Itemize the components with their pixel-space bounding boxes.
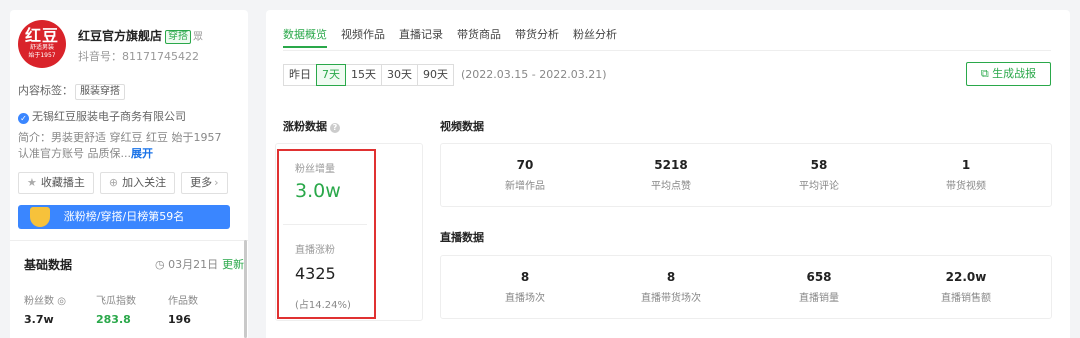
scrollbar[interactable] [244, 240, 247, 338]
logo-subtext: 舒适男装 [29, 44, 54, 51]
live-fans-share: (占14.24%) [295, 300, 351, 311]
clock-icon: ◷ [155, 258, 165, 271]
video-metrics: 70 新增作品 5218 平均点赞 58 平均评论 1 带货视频 [440, 143, 1052, 207]
verified-check-icon: ✓ [18, 113, 29, 124]
intro-body: 简介：男装更舒适 穿红豆 红豆 始于1957 认准官方账号 品质保... [18, 131, 222, 160]
metric-avg-likes: 5218 平均点赞 [651, 158, 691, 192]
category-badge: 穿搭 [165, 30, 192, 44]
content-tag-label: 内容标签： [18, 84, 73, 97]
live-fans-label: 直播涨粉 [295, 245, 335, 256]
stat-index: 飞瓜指数 283.8 [96, 292, 146, 326]
help-icon[interactable]: ? [330, 123, 340, 133]
tab-fans-analysis[interactable]: 粉丝分析 [573, 26, 617, 48]
metric-avg-comments: 58 平均评论 [799, 158, 839, 192]
tab-bar: 数据概览 视频作品 直播记录 带货商品 带货分析 粉丝分析 [283, 26, 617, 48]
fans-divider [283, 224, 367, 225]
help-icon[interactable]: ◎ [57, 296, 66, 307]
plus-circle-icon: ⊕ [108, 176, 119, 189]
favorite-label: 收藏播主 [40, 176, 85, 189]
fans-growth-value: 3.0w [295, 180, 341, 202]
expand-link[interactable]: 展开 [131, 147, 153, 160]
intro-text: 简介：男装更舒适 穿红豆 红豆 始于1957 认准官方账号 品质保...展开 [18, 130, 232, 162]
star-icon: ★ [27, 176, 37, 189]
live-fans-value: 4325 [295, 264, 336, 283]
stat-works: 作品数 196 [168, 292, 218, 326]
trophy-icon [30, 207, 50, 227]
range-yesterday[interactable]: 昨日 [283, 64, 317, 86]
follow-button[interactable]: ⊕ 加入关注 [99, 172, 176, 194]
metric-live-sessions: 8 直播场次 [505, 270, 545, 304]
rank-banner[interactable]: 涨粉榜/穿搭/日榜第59名 [18, 205, 230, 229]
metric-live-revenue: 22.0w 直播销售额 [941, 270, 991, 304]
date-range-selector: 昨日 7天 15天 30天 90天 [283, 64, 454, 86]
logo-subtext-2: 始于1957 [28, 52, 56, 59]
more-button[interactable]: 更多 › [181, 172, 228, 194]
live-section-title: 直播数据 [440, 231, 484, 244]
fans-section-title: 涨粉数据? [283, 118, 340, 134]
action-buttons: ★ 收藏播主 ⊕ 加入关注 更多 › [18, 172, 228, 194]
update-info: ◷ 03月21日 更新 [155, 256, 244, 272]
range-15d[interactable]: 15天 [345, 64, 382, 86]
share-icon: ⧉ [980, 67, 989, 80]
douyin-id: 抖音号：81171745422 [78, 50, 199, 63]
company-name: 无锡红豆服装电子商务有限公司 [32, 110, 186, 123]
company-row: ✓ 无锡红豆服装电子商务有限公司 [18, 108, 186, 124]
verified-mark: 眾 [193, 32, 203, 43]
content-tag-row: 内容标签： 服装穿搭 [18, 82, 125, 100]
tab-overview[interactable]: 数据概览 [283, 26, 327, 48]
metric-sales-videos: 1 带货视频 [946, 158, 986, 192]
divider [10, 240, 248, 241]
follow-label: 加入关注 [122, 176, 167, 189]
brand-logo: 红豆 舒适男装 始于1957 [18, 20, 66, 68]
date-range-text: (2022.03.15 - 2022.03.21) [461, 68, 607, 81]
range-90d[interactable]: 90天 [417, 64, 454, 86]
favorite-button[interactable]: ★ 收藏播主 [18, 172, 94, 194]
stat-value: 3.7w [24, 313, 54, 326]
generate-label: 生成战报 [992, 67, 1037, 80]
stat-value: 283.8 [96, 313, 131, 326]
rank-text: 涨粉榜/穿搭/日榜第59名 [63, 210, 185, 223]
tab-underline [283, 50, 1051, 51]
stat-label: 飞瓜指数 [96, 296, 136, 307]
stat-fans: 粉丝数 ◎ 3.7w [24, 292, 74, 326]
basic-data-title: 基础数据 [24, 258, 73, 272]
generate-report-button[interactable]: ⧉ 生成战报 [966, 62, 1051, 86]
stat-value: 196 [168, 313, 191, 326]
tab-sales-analysis[interactable]: 带货分析 [515, 26, 559, 48]
fans-growth-label: 粉丝增量 [295, 164, 335, 175]
update-link[interactable]: 更新 [222, 258, 244, 271]
metric-live-sales-sessions: 8 直播带货场次 [641, 270, 701, 304]
basic-stats: 粉丝数 ◎ 3.7w 飞瓜指数 283.8 作品数 196 [24, 292, 218, 326]
content-tag[interactable]: 服装穿搭 [75, 84, 125, 100]
tab-products[interactable]: 带货商品 [457, 26, 501, 48]
video-section-title: 视频数据 [440, 120, 484, 133]
main-panel: 数据概览 视频作品 直播记录 带货商品 带货分析 粉丝分析 昨日 7天 15天 … [266, 10, 1070, 338]
more-label: 更多 [190, 176, 213, 189]
range-7d[interactable]: 7天 [316, 64, 346, 86]
metric-live-volume: 658 直播销量 [799, 270, 839, 304]
update-date: 03月21日 [168, 258, 219, 271]
tab-videos[interactable]: 视频作品 [341, 26, 385, 48]
shop-name-row: 红豆官方旗舰店 穿搭眾 [78, 27, 203, 44]
shop-name: 红豆官方旗舰店 [78, 29, 163, 43]
metric-new-works: 70 新增作品 [505, 158, 545, 192]
chevron-right-icon: › [214, 176, 219, 189]
range-30d[interactable]: 30天 [381, 64, 418, 86]
live-metrics: 8 直播场次 8 直播带货场次 658 直播销量 22.0w 直播销售额 [440, 255, 1052, 319]
tab-live-records[interactable]: 直播记录 [399, 26, 443, 48]
stat-label: 作品数 [168, 296, 198, 307]
stat-label: 粉丝数 ◎ [24, 296, 66, 307]
